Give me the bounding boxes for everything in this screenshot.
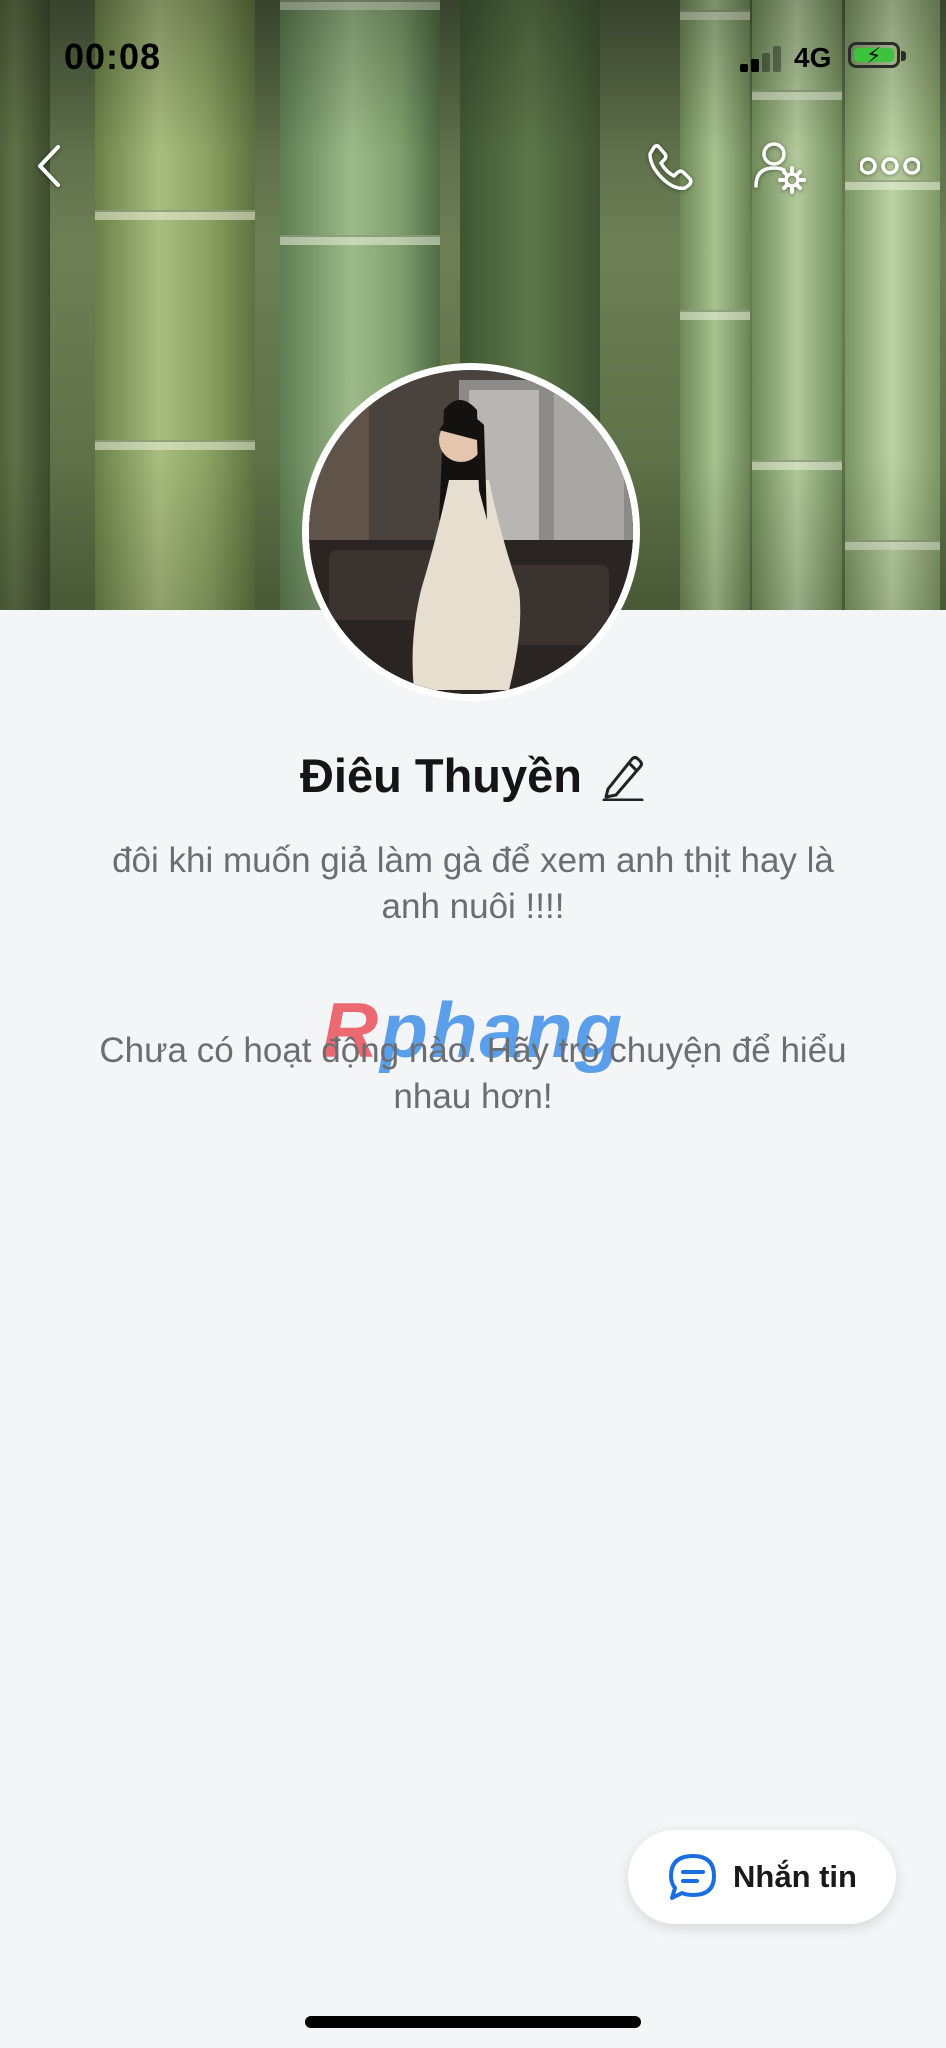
back-button[interactable]: [18, 134, 82, 198]
avatar-photo: [309, 370, 633, 694]
pencil-icon: [602, 755, 644, 801]
network-type: 4G: [794, 42, 832, 73]
more-horizontal-icon: [860, 157, 920, 175]
status-bar: 00:08 4G ⚡: [0, 0, 946, 110]
message-button-label: Nhắn tin: [733, 1859, 857, 1894]
chat-bubble-icon: [669, 1854, 716, 1900]
battery-icon: ⚡: [848, 42, 906, 68]
empty-activity-text: Chưa có hoạt động nào. Hãy trò chuyện để…: [99, 1031, 847, 1116]
chevron-left-icon: [38, 145, 60, 187]
message-button[interactable]: Nhắn tin: [628, 1830, 896, 1924]
home-indicator[interactable]: [305, 2016, 641, 2028]
profile-name-row: Điêu Thuyền: [0, 748, 946, 803]
avatar[interactable]: [302, 363, 640, 701]
call-button[interactable]: [638, 134, 702, 198]
signal-icon: [740, 46, 784, 72]
phone-icon: [648, 144, 693, 191]
profile-name: Điêu Thuyền: [299, 749, 583, 802]
user-gear-icon: [754, 142, 806, 194]
more-button[interactable]: [858, 134, 922, 198]
profile-settings-button[interactable]: [748, 134, 812, 198]
status-time: 00:08: [64, 36, 162, 77]
edit-name-button[interactable]: [600, 751, 646, 801]
profile-bio: đôi khi muốn giả làm gà để xem anh thịt …: [112, 841, 834, 926]
